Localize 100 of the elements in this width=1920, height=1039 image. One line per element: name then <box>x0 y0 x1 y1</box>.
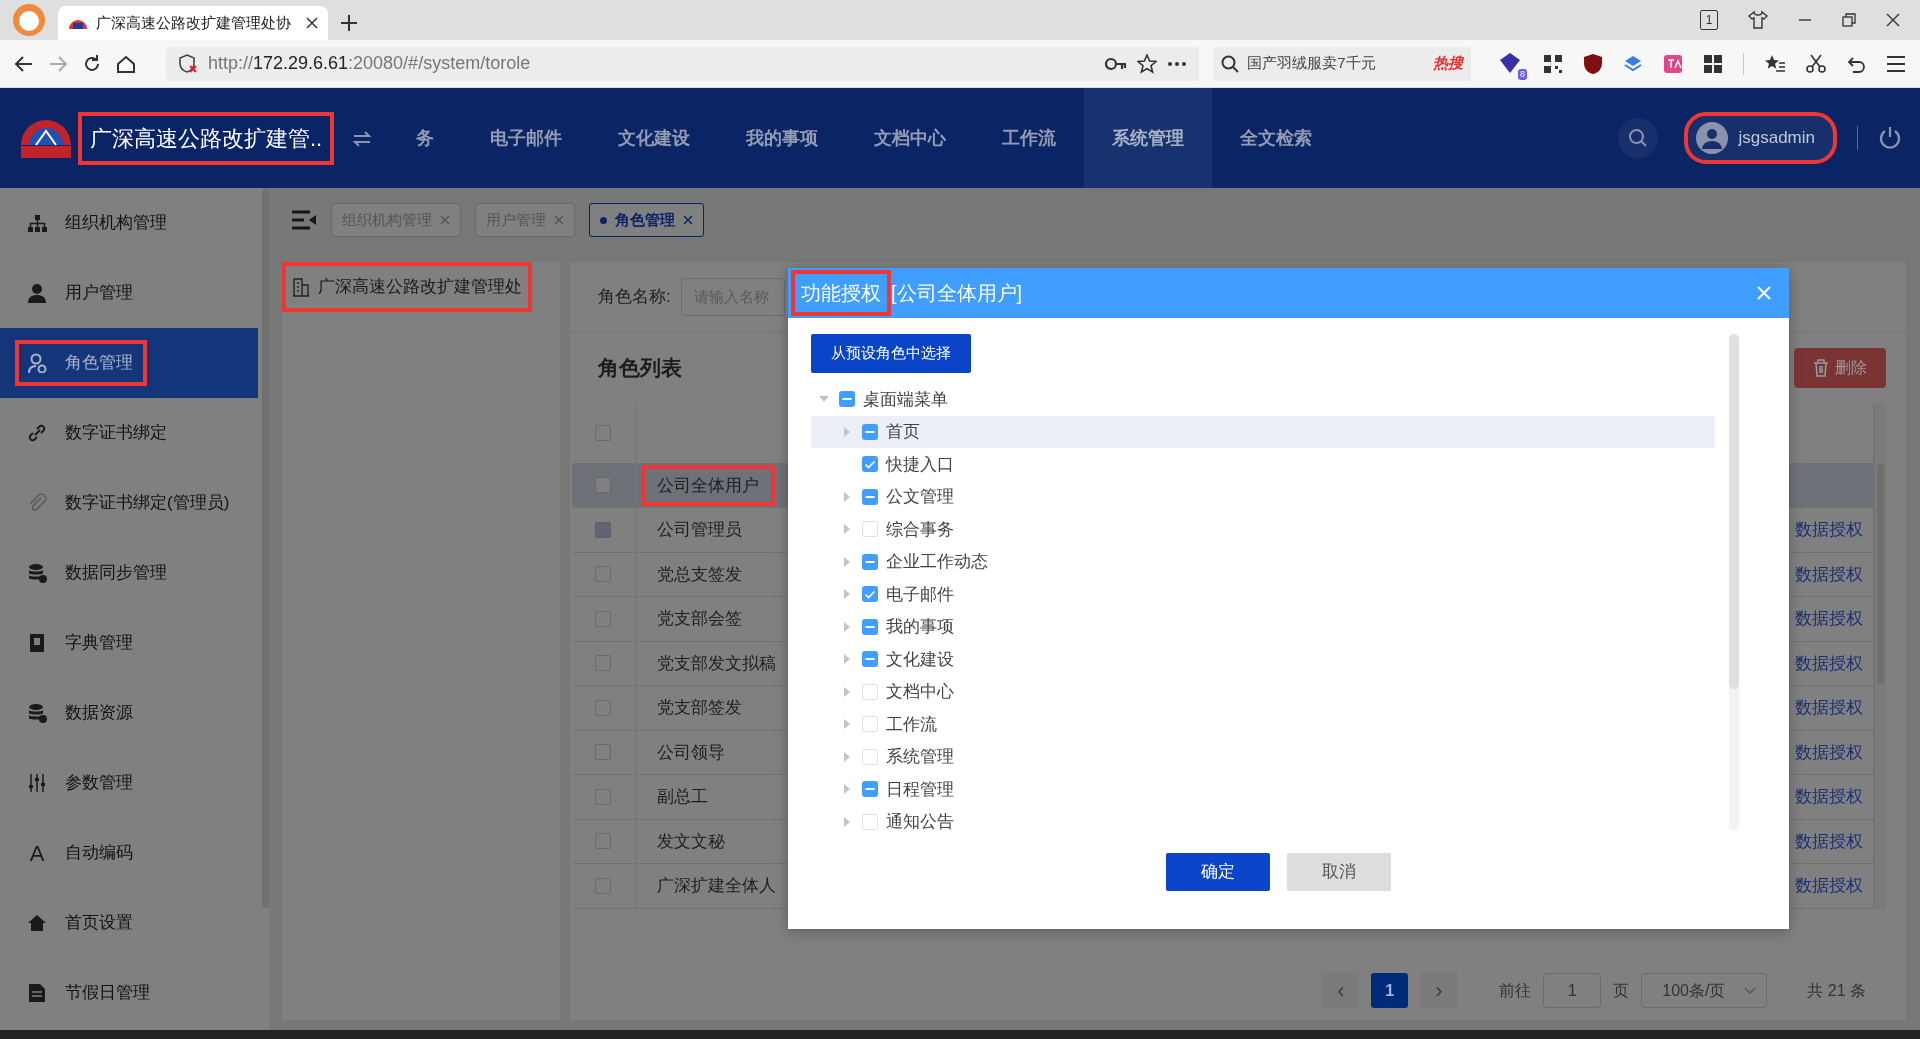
sidebar-item[interactable]: 数据同步管理 <box>0 538 258 608</box>
tree-node[interactable]: 日程管理 <box>811 773 1715 806</box>
tree-node[interactable]: 企业工作动态 <box>811 545 1715 578</box>
close-button[interactable] <box>1757 286 1771 300</box>
collapse-menu-icon[interactable] <box>291 209 317 231</box>
new-tab-button[interactable] <box>340 14 358 32</box>
caret-right-icon[interactable] <box>842 491 852 502</box>
key-icon[interactable] <box>1105 56 1128 71</box>
sidebar-item[interactable]: 角色管理 <box>0 328 258 398</box>
checkbox[interactable] <box>862 618 878 635</box>
search-field[interactable]: 国产羽绒服卖7千元 热搜 <box>1213 46 1471 81</box>
tree-node[interactable]: 我的事项 <box>811 610 1715 643</box>
sidebar-item[interactable]: 用户管理 <box>0 258 258 328</box>
nav-tab[interactable]: 务 <box>388 88 463 188</box>
browser-tab[interactable]: 广深高速公路改扩建管理处协 <box>58 6 328 40</box>
tree-node[interactable]: 电子邮件 <box>811 578 1715 611</box>
swap-icon[interactable] <box>352 129 373 148</box>
page-size-select[interactable]: 100条/页 <box>1641 973 1768 1008</box>
layers-icon[interactable] <box>1623 53 1643 74</box>
checkbox[interactable] <box>862 456 878 473</box>
data-auth-link[interactable]: 数据授权 <box>1795 784 1863 810</box>
data-auth-link[interactable]: 数据授权 <box>1795 606 1863 632</box>
caret-right-icon[interactable] <box>842 719 852 730</box>
scrollbar[interactable] <box>1729 334 1739 831</box>
sidebar-item[interactable]: 组织机构管理 <box>0 188 258 258</box>
checkbox[interactable] <box>862 488 878 505</box>
nav-tab[interactable]: 工作流 <box>974 88 1085 188</box>
sidebar-item[interactable]: A 自动编码 <box>0 818 258 888</box>
caret-right-icon[interactable] <box>842 524 852 535</box>
nav-tab[interactable]: 电子邮件 <box>462 88 591 188</box>
translate-icon[interactable] <box>1663 53 1683 74</box>
checkbox[interactable] <box>862 781 878 798</box>
menu-icon[interactable] <box>1886 54 1906 73</box>
restore-icon[interactable] <box>1842 13 1856 27</box>
tree-node[interactable]: 快捷入口 <box>811 448 1715 481</box>
data-auth-link[interactable]: 数据授权 <box>1795 650 1863 676</box>
search-button[interactable] <box>1618 118 1659 158</box>
tree-node[interactable]: 综合事务 <box>811 513 1715 546</box>
page-tab[interactable]: 角色管理 <box>589 203 704 237</box>
checkbox[interactable] <box>862 651 878 668</box>
data-auth-link[interactable]: 数据授权 <box>1795 695 1863 721</box>
caret-right-icon[interactable] <box>842 621 852 632</box>
qr-code-icon[interactable] <box>1543 53 1563 74</box>
data-auth-link[interactable]: 数据授权 <box>1795 561 1863 587</box>
address-bar[interactable]: http://172.29.6.61:20080/#/system/torole <box>165 46 1200 81</box>
grid-icon[interactable] <box>1703 53 1723 74</box>
delete-button[interactable]: 删除 <box>1794 348 1886 388</box>
sidebar-item[interactable]: 字典管理 <box>0 608 258 678</box>
caret-right-icon[interactable] <box>842 816 852 827</box>
favorites-icon[interactable] <box>1764 53 1786 74</box>
confirm-button[interactable]: 确定 <box>1166 853 1270 891</box>
shirt-icon[interactable] <box>1748 10 1768 30</box>
checkbox[interactable] <box>862 423 878 440</box>
data-auth-link[interactable]: 数据授权 <box>1795 828 1863 854</box>
preset-role-button[interactable]: 从预设角色中选择 <box>811 334 971 373</box>
tree-node[interactable]: 系统管理 <box>811 740 1715 773</box>
tab-count-button[interactable]: 1 <box>1700 10 1718 30</box>
close-icon[interactable] <box>306 17 318 29</box>
caret-right-icon[interactable] <box>842 784 852 795</box>
home-icon[interactable] <box>115 53 136 74</box>
caret-right-icon[interactable] <box>842 654 852 665</box>
caret-right-icon[interactable] <box>842 426 852 437</box>
page-button[interactable]: 1 <box>1371 973 1409 1008</box>
tree-node[interactable]: 文档中心 <box>811 675 1715 708</box>
checkbox[interactable] <box>839 391 855 408</box>
shield-icon[interactable] <box>1583 52 1603 75</box>
user-menu-button[interactable]: jsgsadmin <box>1684 112 1837 164</box>
cancel-button[interactable]: 取消 <box>1287 853 1391 891</box>
star-icon[interactable] <box>1137 53 1158 74</box>
tree-node[interactable]: 工作流 <box>811 708 1715 741</box>
checkbox[interactable] <box>862 586 878 603</box>
scrollbar[interactable] <box>262 188 269 908</box>
sidebar-item[interactable]: 首页设置 <box>0 888 258 958</box>
nav-tab[interactable]: 我的事项 <box>718 88 847 188</box>
caret-right-icon[interactable] <box>842 751 852 762</box>
data-auth-link[interactable]: 数据授权 <box>1795 873 1863 899</box>
tree-node[interactable]: 通知公告 <box>811 805 1715 838</box>
caret-right-icon[interactable] <box>842 686 852 697</box>
data-auth-link[interactable]: 数据授权 <box>1795 739 1863 765</box>
tree-node[interactable]: 公文管理 <box>811 480 1715 513</box>
nav-tab[interactable]: 文化建设 <box>590 88 719 188</box>
more-icon[interactable] <box>1167 60 1188 67</box>
tree-node[interactable]: 桌面端菜单 <box>811 383 1715 416</box>
nav-tab[interactable]: 文档中心 <box>846 88 975 188</box>
nav-tab[interactable]: 系统管理 <box>1084 88 1213 188</box>
sidebar-item[interactable]: 数字证书绑定 <box>0 398 258 468</box>
power-icon[interactable] <box>1878 126 1902 150</box>
sidebar-item[interactable]: 节假日管理 <box>0 958 258 1028</box>
caret-right-icon[interactable] <box>842 589 852 600</box>
caret-right-icon[interactable] <box>842 556 852 567</box>
checkbox[interactable] <box>862 553 878 570</box>
tree-node[interactable]: 首页 <box>811 415 1715 448</box>
nav-tab[interactable]: 全文检索 <box>1212 88 1341 188</box>
close-icon[interactable] <box>1886 13 1900 27</box>
page-input-field[interactable]: 1 <box>1543 973 1602 1008</box>
sidebar-item[interactable]: 数据资源 <box>0 678 258 748</box>
tree-node[interactable]: 广深高速公路改扩建管理处 <box>282 262 532 312</box>
sidebar-item[interactable]: 数字证书绑定(管理员) <box>0 468 258 538</box>
forward-icon[interactable] <box>48 53 68 74</box>
tree-node[interactable]: 文化建设 <box>811 643 1715 676</box>
